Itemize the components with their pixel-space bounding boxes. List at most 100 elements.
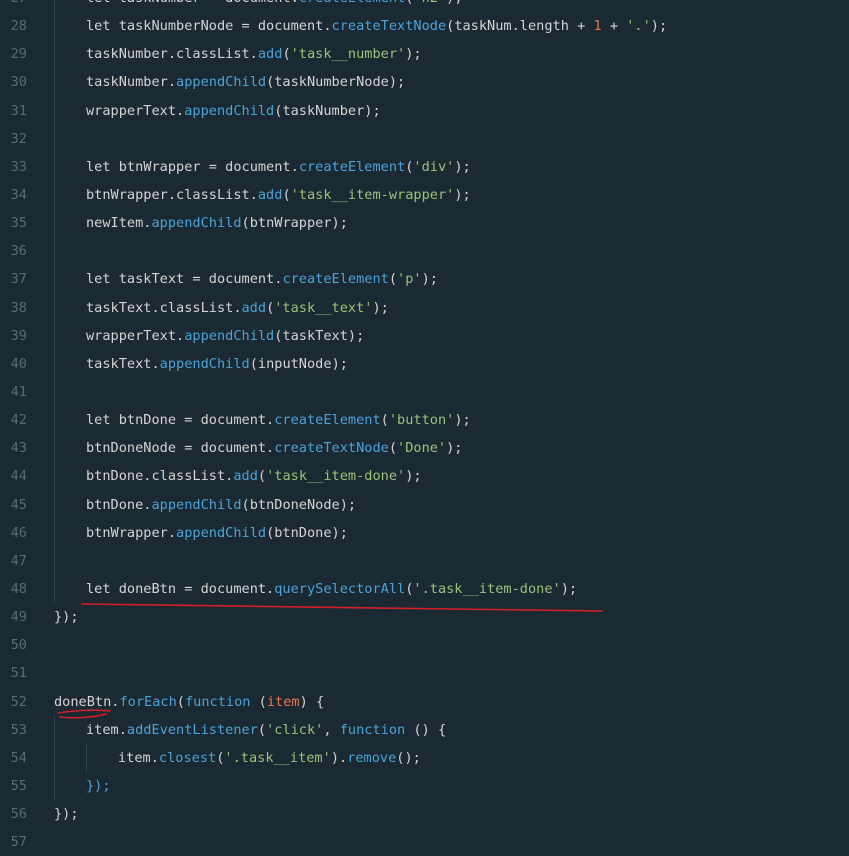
- code-text[interactable]: item.addEventListener('click', function …: [86, 716, 446, 744]
- code-text[interactable]: let taskNumber = document.createElement(…: [86, 0, 463, 12]
- code-text[interactable]: wrapperText.appendChild(taskText);: [86, 322, 364, 350]
- code-text[interactable]: btnDone.classList.add('task__item-done')…: [86, 462, 422, 490]
- code-token: btnWrapper = document.: [110, 158, 299, 175]
- code-token: (: [282, 186, 291, 203]
- code-line[interactable]: 53 item.addEventListener('click', functio…: [0, 715, 849, 744]
- code-line[interactable]: 41: [0, 377, 849, 407]
- code-line[interactable]: 54 item.closest('.task__item').remove();: [0, 743, 849, 772]
- code-text[interactable]: taskText.classList.add('task__text');: [86, 294, 389, 322]
- code-line[interactable]: 55});: [0, 771, 849, 801]
- code-line[interactable]: 38 taskText.classList.add('task__text');: [0, 293, 849, 322]
- code-line[interactable]: 37 let taskText = document.createElement(…: [0, 265, 849, 294]
- code-line[interactable]: 43 btnDoneNode = document.createTextNode(…: [0, 434, 849, 463]
- line-number: 43: [10, 440, 27, 457]
- code-token: createElement: [282, 271, 389, 288]
- indent-guide: [54, 40, 55, 69]
- code-text[interactable]: });: [54, 800, 79, 828]
- code-line[interactable]: 30 taskNumber.appendChild(taskNumberNode)…: [0, 68, 849, 97]
- code-line[interactable]: 47: [0, 546, 849, 575]
- code-text[interactable]: let taskText = document.createElement('p…: [86, 265, 438, 293]
- code-line[interactable]: 33 let btnWrapper = document.createElemen…: [0, 152, 849, 181]
- code-token: btnWrapper: [249, 215, 332, 232]
- code-token: appendChild: [176, 524, 267, 541]
- code-line[interactable]: 31 wrapperText.appendChild(taskNumber);: [0, 96, 849, 125]
- code-text[interactable]: item.closest('.task__item').remove();: [118, 744, 421, 772]
- code-text[interactable]: btnDoneNode = document.createTextNode('D…: [86, 434, 463, 462]
- code-line[interactable]: 49});: [0, 603, 849, 631]
- code-line[interactable]: 27 let taskNumber = document.createElemen…: [0, 0, 849, 13]
- code-line[interactable]: 42 let btnDone = document.createElement('…: [0, 406, 849, 435]
- indent-guide: [54, 406, 55, 435]
- line-number: 53: [10, 721, 27, 738]
- code-token: +: [609, 18, 619, 35]
- code-line[interactable]: 32: [0, 124, 849, 153]
- code-line[interactable]: 28 let taskNumberNode = document.createTe…: [0, 12, 849, 41]
- code-text[interactable]: let btnWrapper = document.createElement(…: [86, 153, 471, 181]
- code-line[interactable]: 48 let doneBtn = document.querySelectorAl…: [0, 574, 849, 604]
- code-token: ) {: [299, 693, 325, 710]
- code-text[interactable]: wrapperText.appendChild(taskNumber);: [86, 97, 381, 125]
- code-line[interactable]: 56});: [0, 800, 849, 828]
- indent-guide: [54, 12, 55, 41]
- code-token: taskNum.length: [454, 18, 578, 35]
- indent-guide: [54, 349, 55, 378]
- indent-guide: [54, 377, 55, 407]
- code-editor[interactable]: 27let taskNumber = document.createElemen…: [0, 0, 849, 856]
- code-token: );: [405, 46, 422, 63]
- code-token: 'task__number': [290, 46, 406, 63]
- code-token: forEach: [119, 693, 177, 710]
- line-number: 52: [10, 693, 27, 710]
- code-token: appendChild: [151, 215, 242, 232]
- code-token: (: [388, 271, 398, 288]
- code-token: btnWrapper.classList.: [86, 186, 258, 203]
- code-line[interactable]: 29 taskNumber.classList.add('task__number…: [0, 40, 849, 69]
- code-line[interactable]: 40 taskText.appendChild(inputNode);: [0, 349, 849, 378]
- code-line[interactable]: 45 btnDone.appendChild(btnDoneNode);: [0, 490, 849, 519]
- code-text[interactable]: taskNumber.classList.add('task__number')…: [86, 40, 422, 68]
- code-token: );: [454, 158, 471, 175]
- code-text[interactable]: newItem.appendChild(btnWrapper);: [86, 209, 348, 237]
- line-number: 35: [10, 215, 27, 232]
- code-line[interactable]: 34 btnWrapper.classList.add('task__item-w…: [0, 180, 849, 210]
- code-token: );: [454, 412, 471, 429]
- code-token: item.: [118, 749, 159, 766]
- code-token: remove: [347, 749, 397, 766]
- code-text[interactable]: btnDone.appendChild(btnDoneNode);: [86, 491, 356, 519]
- code-line[interactable]: 39 wrapperText.appendChild(taskText);: [0, 321, 849, 350]
- code-line[interactable]: 46 btnWrapper.appendChild(btnDone);: [0, 518, 849, 547]
- code-token: doneBtn.: [54, 693, 120, 710]
- code-line[interactable]: 51: [0, 659, 849, 687]
- code-text[interactable]: btnWrapper.appendChild(btnDone);: [86, 519, 348, 547]
- code-token: ).: [330, 749, 348, 766]
- code-token: (: [250, 693, 267, 710]
- code-text[interactable]: let taskNumberNode = document.createText…: [86, 12, 667, 40]
- code-text[interactable]: });: [54, 603, 79, 631]
- code-token: wrapperText.: [86, 102, 185, 119]
- line-number: 55: [10, 777, 27, 794]
- code-token: let: [86, 580, 111, 597]
- code-token: addEventListener: [126, 721, 258, 738]
- code-line[interactable]: 50: [0, 631, 849, 659]
- code-token: 'task__text': [274, 299, 373, 316]
- code-token: 'div': [413, 158, 455, 175]
- code-text[interactable]: doneBtn.forEach(function (item) {: [54, 688, 324, 716]
- line-number: 36: [10, 243, 27, 260]
- code-line[interactable]: 35 newItem.appendChild(btnWrapper);: [0, 209, 849, 238]
- code-line[interactable]: 57: [0, 828, 849, 856]
- code-token: '.task__item-done': [413, 580, 561, 597]
- code-text[interactable]: let btnDone = document.createElement('bu…: [86, 406, 471, 434]
- line-number: 51: [10, 665, 27, 682]
- code-line[interactable]: 44 btnDone.classList.add('task__item-done…: [0, 462, 849, 491]
- line-number: 31: [10, 102, 27, 119]
- code-line[interactable]: 36: [0, 237, 849, 266]
- line-number: 57: [10, 834, 27, 851]
- code-token: );: [339, 496, 357, 513]
- indent-guide: [54, 265, 55, 294]
- code-text[interactable]: let doneBtn = document.querySelectorAll(…: [86, 575, 577, 603]
- code-text[interactable]: taskNumber.appendChild(taskNumberNode);: [86, 68, 405, 96]
- line-number: 28: [10, 18, 27, 35]
- code-text[interactable]: });: [86, 772, 111, 800]
- code-text[interactable]: taskText.appendChild(inputNode);: [86, 350, 348, 378]
- code-line[interactable]: 52 doneBtn.forEach(function (item) {: [0, 688, 849, 716]
- code-text[interactable]: btnWrapper.classList.add('task__item-wra…: [86, 181, 471, 209]
